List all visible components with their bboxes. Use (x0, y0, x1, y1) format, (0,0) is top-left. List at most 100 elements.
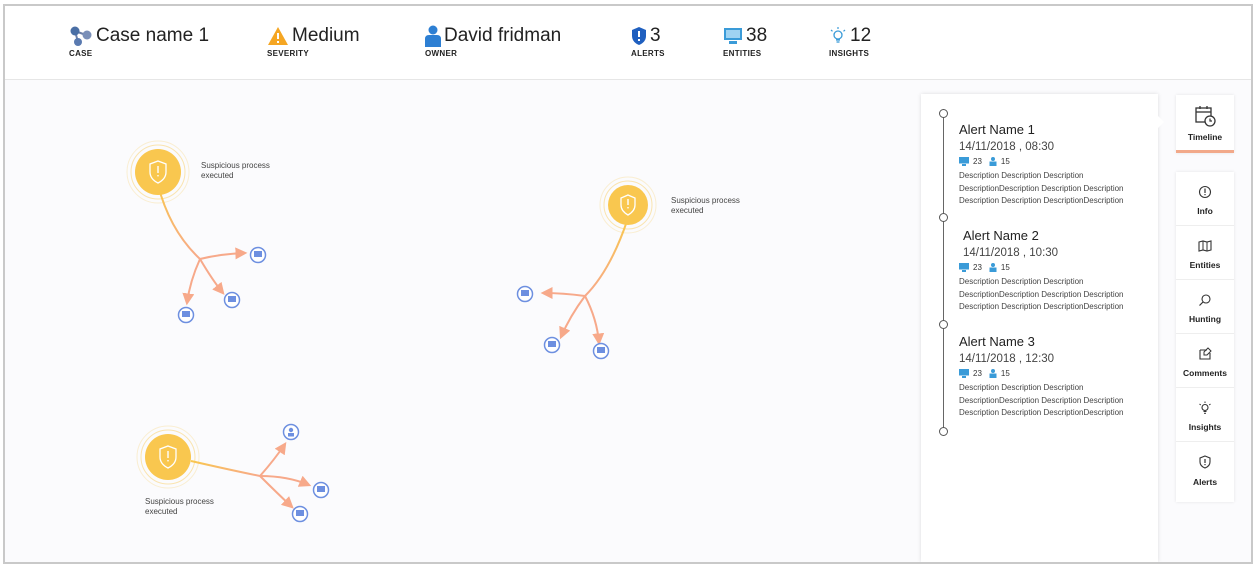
tab-insights[interactable]: Insights (1176, 388, 1234, 442)
alert-counts: 23 15 (959, 157, 1149, 166)
severity-stat[interactable]: Medium SEVERITY (267, 24, 360, 58)
person-icon (425, 25, 441, 47)
shield-alert-icon (1199, 455, 1211, 469)
tab-timeline-label: Timeline (1187, 132, 1223, 142)
monitor-icon (724, 28, 742, 44)
person-icon (989, 157, 997, 166)
timeline-dot (939, 109, 948, 118)
case-stat[interactable]: Case name 1 CASE (69, 24, 209, 58)
tab-timeline[interactable]: Timeline (1176, 95, 1234, 153)
info-icon (1198, 185, 1212, 199)
entities-label: ENTITIES (723, 49, 762, 58)
timeline-alert-card[interactable]: Alert Name 2 14/11/2018 , 10:30 23 15 De… (959, 228, 1149, 314)
severity-label: SEVERITY (267, 49, 309, 58)
alert-name: Alert Name 3 (959, 334, 1035, 349)
alert-name: Alert Name 1 (959, 122, 1035, 137)
entity-user-icon[interactable] (282, 423, 300, 441)
severity-value: Medium (292, 25, 360, 46)
alert-description: Description Description Description Desc… (959, 382, 1149, 420)
graph-svg (126, 140, 657, 523)
tab-hunting-label: Hunting (1188, 314, 1222, 324)
owner-stat[interactable]: David fridman OWNER (425, 24, 561, 58)
entity-monitor-icon[interactable] (516, 285, 534, 303)
monitor-icon (959, 263, 969, 272)
alert-time: 14/11/2018 , 10:30 (963, 247, 1059, 259)
alert-description: Description Description Description Desc… (959, 170, 1149, 208)
shield-alert-icon (632, 27, 646, 45)
alerts-label: ALERTS (631, 49, 665, 58)
map-icon (1198, 240, 1212, 252)
person-icon (989, 369, 997, 378)
alert-description-line: Description Description Description (959, 171, 1084, 180)
entity-monitor-icon[interactable] (177, 306, 195, 324)
owner-name: David fridman (444, 25, 562, 46)
alert-user-count: 15 (1000, 157, 1010, 166)
alert-description-line: Description Description DescriptionDescr… (959, 408, 1124, 417)
insights-count: 12 (850, 25, 872, 46)
alert-time: 14/11/2018 , 12:30 (959, 353, 1055, 365)
timeline-panel: Alert Name 1 14/11/2018 , 08:30 23 15 De… (921, 94, 1158, 562)
alert-counts: 23 15 (959, 369, 1149, 378)
case-name: Case name 1 (96, 25, 210, 46)
timeline-pointer (1156, 114, 1164, 130)
tab-comments-label: Comments (1183, 368, 1227, 378)
timeline-dot (939, 213, 948, 222)
alert-description-line: Description Description DescriptionDescr… (959, 302, 1124, 311)
tab-hunting[interactable]: Hunting (1176, 280, 1234, 334)
alert-description-line: DescriptionDescription Description Descr… (959, 183, 1124, 193)
alert-name: Alert Name 2 (963, 228, 1039, 243)
warning-triangle-icon (268, 27, 288, 45)
insights-label: INSIGHTS (829, 49, 870, 58)
comment-icon (1199, 347, 1212, 360)
monitor-icon (959, 157, 969, 166)
side-nav: Info Entities Hunting Comments Insights … (1176, 172, 1234, 502)
case-graph-icon (70, 26, 92, 46)
entity-monitor-icon[interactable] (592, 342, 610, 360)
alert-time: 14/11/2018 , 08:30 (959, 141, 1055, 153)
entity-monitor-icon[interactable] (291, 505, 309, 523)
alert-description-line: DescriptionDescription Description Descr… (959, 289, 1124, 299)
tab-entities[interactable]: Entities (1176, 226, 1234, 280)
entity-monitor-icon[interactable] (249, 246, 267, 264)
lightbulb-icon (1199, 401, 1211, 414)
tab-info[interactable]: Info (1176, 172, 1234, 226)
tab-info-label: Info (1197, 206, 1213, 216)
entity-monitor-icon[interactable] (312, 481, 330, 499)
timeline-alert-card[interactable]: Alert Name 3 14/11/2018 , 12:30 23 15 De… (959, 334, 1149, 420)
alert-host-count: 23 (973, 263, 982, 272)
tab-entities-label: Entities (1189, 260, 1221, 270)
timeline-axis (943, 112, 944, 432)
tab-comments[interactable]: Comments (1176, 334, 1234, 388)
alert-description: Description Description Description Desc… (959, 276, 1149, 314)
investigation-graph[interactable]: Suspicious process executed Suspicious p… (5, 81, 920, 562)
timeline-alert-card[interactable]: Alert Name 1 14/11/2018 , 08:30 23 15 De… (959, 122, 1149, 208)
search-icon (1199, 294, 1211, 306)
insights-stat[interactable]: 12 INSIGHTS (829, 24, 871, 58)
alert-description-line: Description Description DescriptionDescr… (959, 196, 1124, 205)
alerts-count: 3 (650, 25, 661, 46)
timeline-dot (939, 427, 948, 436)
entity-monitor-icon[interactable] (543, 336, 561, 354)
calendar-clock-icon (1195, 106, 1216, 127)
case-window: Case name 1 CASE Medium SEVERITY David f… (3, 4, 1253, 564)
alert-node-label: Suspicious process executed (201, 161, 270, 180)
entity-monitor-icon[interactable] (223, 291, 241, 309)
tab-alerts[interactable]: Alerts (1176, 442, 1234, 496)
case-label: CASE (69, 49, 93, 58)
alert-description-line: DescriptionDescription Description Descr… (959, 395, 1124, 405)
alert-cluster-2[interactable] (516, 176, 657, 360)
entities-count: 38 (746, 25, 768, 46)
alert-user-count: 15 (1000, 263, 1010, 272)
case-header: Case name 1 CASE Medium SEVERITY David f… (5, 6, 1251, 80)
alert-counts: 23 15 (959, 263, 1149, 272)
entities-stat[interactable]: 38 ENTITIES (723, 24, 767, 58)
monitor-icon (959, 369, 969, 378)
owner-label: OWNER (425, 49, 458, 58)
alerts-stat[interactable]: 3 ALERTS (631, 24, 665, 58)
timeline-dot (939, 320, 948, 329)
alert-description-line: Description Description Description (959, 277, 1084, 286)
tab-alerts-label: Alerts (1192, 477, 1218, 487)
alert-description-line: Description Description Description (959, 383, 1084, 392)
alert-node-label: Suspicious process executed (671, 196, 740, 215)
tab-insights-label: Insights (1188, 422, 1222, 432)
